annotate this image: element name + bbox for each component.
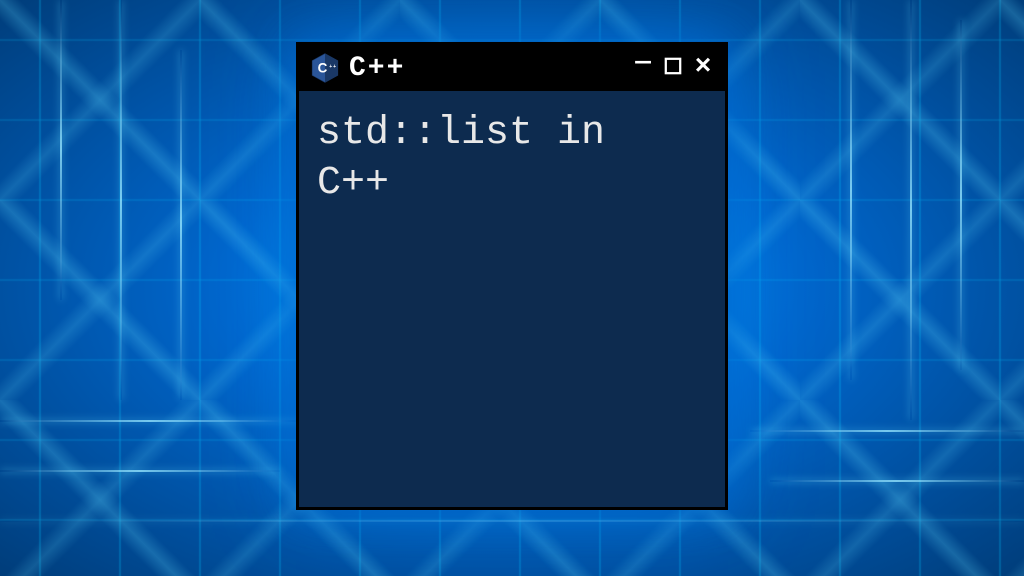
- cpp-icon: C + +: [309, 52, 341, 84]
- svg-text:+: +: [329, 64, 332, 70]
- maximize-button[interactable]: [661, 55, 685, 81]
- code-content: std::list in C++: [299, 91, 725, 227]
- minimize-button[interactable]: —: [631, 49, 655, 75]
- window-titlebar[interactable]: C + + C++ — ×: [299, 45, 725, 91]
- content-line-2: C++: [317, 159, 707, 209]
- code-window: C + + C++ — × std::list in C++: [296, 42, 728, 510]
- svg-text:+: +: [333, 64, 336, 70]
- window-title: C++: [349, 53, 623, 84]
- content-line-1: std::list in: [317, 109, 707, 159]
- close-button[interactable]: ×: [691, 54, 715, 82]
- window-controls: — ×: [631, 54, 715, 82]
- svg-text:C: C: [318, 60, 328, 75]
